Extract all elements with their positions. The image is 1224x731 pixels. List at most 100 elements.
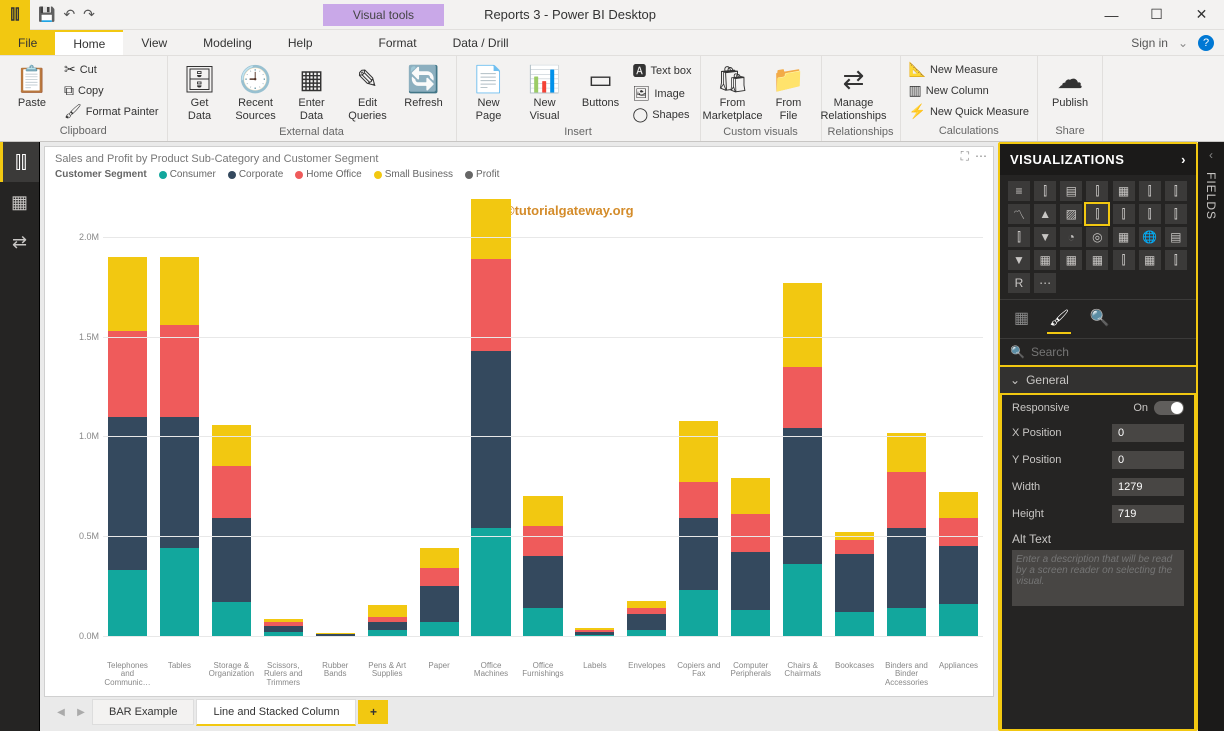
viz-type-icon[interactable]: ▦ (1113, 181, 1135, 201)
paste-button[interactable]: 📋Paste (6, 60, 58, 110)
page-tab-bar-example[interactable]: BAR Example (92, 699, 194, 725)
from-marketplace-button[interactable]: 🛍From Marketplace (707, 60, 759, 124)
general-section-header[interactable]: ⌄ General (1000, 365, 1196, 395)
viz-type-icon[interactable]: ⫿ (1139, 204, 1161, 224)
alt-text-input[interactable] (1012, 550, 1184, 606)
buttons-button[interactable]: ▭Buttons (575, 60, 627, 110)
data-view-icon[interactable]: ▦ (0, 182, 39, 222)
y-position-input[interactable] (1112, 451, 1184, 469)
publish-button[interactable]: ☁Publish (1044, 60, 1096, 110)
add-page-button[interactable]: + (358, 700, 388, 724)
sign-in-link[interactable]: Sign in (1131, 36, 1168, 50)
responsive-toggle[interactable] (1154, 401, 1184, 415)
refresh-button[interactable]: 🔄Refresh (398, 60, 450, 110)
viz-type-icon[interactable]: ▤ (1165, 227, 1187, 247)
tab-prev-icon[interactable]: ◀ (52, 707, 70, 718)
format-tab-icon[interactable]: 🖌 (1047, 304, 1071, 334)
fields-panel-label[interactable]: FIELDS (1204, 172, 1218, 220)
fields-tab-icon[interactable]: ▦ (1012, 304, 1031, 334)
shapes-button[interactable]: ◯Shapes (631, 105, 694, 124)
from-file-button[interactable]: 📁From File (763, 60, 815, 124)
viz-type-icon[interactable]: ▦ (1060, 250, 1082, 270)
tab-help[interactable]: Help (270, 30, 331, 55)
more-options-icon[interactable]: ⋯ (975, 149, 987, 164)
viz-type-icon[interactable]: ⫿ (1086, 181, 1108, 201)
save-icon[interactable]: 💾 (38, 6, 55, 23)
viz-type-icon[interactable]: ⫿ (1113, 250, 1135, 270)
viz-type-icon[interactable]: ▲ (1034, 204, 1056, 224)
tab-view[interactable]: View (123, 30, 185, 55)
viz-type-icon[interactable]: ⫿ (1086, 204, 1108, 224)
model-view-icon[interactable]: ⇄ (0, 222, 39, 262)
new-column-button[interactable]: ▥New Column (907, 81, 1031, 100)
viz-type-icon[interactable]: ⫿ (1113, 204, 1135, 224)
viz-type-icon[interactable]: ▤ (1060, 181, 1082, 201)
column-icon: ▥ (909, 82, 922, 99)
viz-type-icon[interactable]: ▼ (1008, 250, 1030, 270)
chevron-down-icon[interactable]: ⌄ (1178, 36, 1188, 50)
format-painter-button[interactable]: 🖌Format Painter (62, 102, 161, 121)
tab-next-icon[interactable]: ▶ (72, 707, 90, 718)
height-input[interactable] (1112, 505, 1184, 523)
viz-type-icon[interactable]: ▦ (1139, 250, 1161, 270)
textbox-button[interactable]: 🅰Text box (631, 60, 694, 82)
viz-type-icon[interactable]: ⫿ (1008, 227, 1030, 247)
expand-fields-icon[interactable]: ‹ (1209, 148, 1213, 162)
focus-mode-icon[interactable]: ⛶ (961, 149, 969, 164)
viz-type-icon[interactable]: ⫿ (1139, 181, 1161, 201)
tab-modeling[interactable]: Modeling (185, 30, 270, 55)
undo-icon[interactable]: ↶ (63, 6, 75, 23)
tab-home[interactable]: Home (55, 30, 123, 55)
cut-button[interactable]: ✂Cut (62, 60, 161, 79)
maximize-button[interactable]: ☐ (1134, 0, 1179, 30)
new-visual-button[interactable]: 📊New Visual (519, 60, 571, 124)
report-canvas[interactable]: ⛶ ⋯ Sales and Profit by Product Sub-Cate… (44, 146, 994, 697)
recent-sources-button[interactable]: 🕘Recent Sources (230, 60, 282, 124)
report-view-icon[interactable]: ⫿⫿ (0, 142, 39, 182)
manage-relationships-button[interactable]: ⇄Manage Relationships (828, 60, 880, 124)
viz-type-icon[interactable]: ▦ (1113, 227, 1135, 247)
copy-button[interactable]: ⧉Copy (62, 81, 161, 100)
viz-type-icon[interactable]: ⋯ (1034, 273, 1056, 293)
redo-icon[interactable]: ↷ (83, 6, 95, 23)
tab-file[interactable]: File (0, 30, 55, 55)
width-input[interactable] (1112, 478, 1184, 496)
viz-type-icon[interactable]: ⫿ (1165, 204, 1187, 224)
quick-icon: ⚡ (909, 103, 926, 120)
viz-type-icon[interactable]: 🌐 (1139, 227, 1161, 247)
viz-type-icon[interactable]: ⫿ (1165, 250, 1187, 270)
quick-measure-button[interactable]: ⚡New Quick Measure (907, 102, 1031, 121)
viz-type-icon[interactable]: R (1008, 273, 1030, 293)
image-button[interactable]: 🖼Image (631, 84, 694, 103)
viz-type-icon[interactable]: ◔ (1060, 227, 1082, 247)
viz-type-icon[interactable]: ≡ (1008, 181, 1030, 201)
viz-type-icon[interactable]: ▼ (1034, 227, 1056, 247)
viz-type-icon[interactable]: ⫿ (1165, 181, 1187, 201)
tab-format[interactable]: Format (361, 30, 435, 55)
chart-visual[interactable]: ⛶ ⋯ Sales and Profit by Product Sub-Cate… (44, 146, 994, 697)
new-page-button[interactable]: 📄New Page (463, 60, 515, 124)
new-measure-button[interactable]: 📐New Measure (907, 60, 1031, 79)
tab-data-drill[interactable]: Data / Drill (435, 30, 527, 55)
x-position-input[interactable] (1112, 424, 1184, 442)
get-data-button[interactable]: 🗄Get Data (174, 60, 226, 124)
viz-type-icon[interactable]: ▦ (1034, 250, 1056, 270)
height-label: Height (1012, 508, 1044, 520)
close-button[interactable]: ✕ (1179, 0, 1224, 30)
viz-type-icon[interactable]: 〽 (1008, 204, 1030, 224)
page-tab-line-stacked[interactable]: Line and Stacked Column (196, 699, 356, 726)
format-search-input[interactable] (1031, 345, 1186, 359)
analytics-tab-icon[interactable]: 🔍 (1087, 304, 1111, 334)
edit-queries-button[interactable]: ✎Edit Queries (342, 60, 394, 124)
viz-type-icon[interactable]: ▦ (1086, 250, 1108, 270)
copy-icon: ⧉ (64, 82, 74, 99)
visual-tools-contextual: Visual tools (323, 4, 444, 26)
window-title: Reports 3 - Power BI Desktop (484, 7, 656, 22)
viz-type-icon[interactable]: ▨ (1060, 204, 1082, 224)
viz-type-icon[interactable]: ◎ (1086, 227, 1108, 247)
minimize-button[interactable]: — (1089, 0, 1134, 30)
help-icon[interactable]: ? (1198, 35, 1214, 51)
enter-data-button[interactable]: ▦Enter Data (286, 60, 338, 124)
viz-type-icon[interactable]: ⫿ (1034, 181, 1056, 201)
collapse-viz-icon[interactable]: › (1181, 152, 1186, 167)
